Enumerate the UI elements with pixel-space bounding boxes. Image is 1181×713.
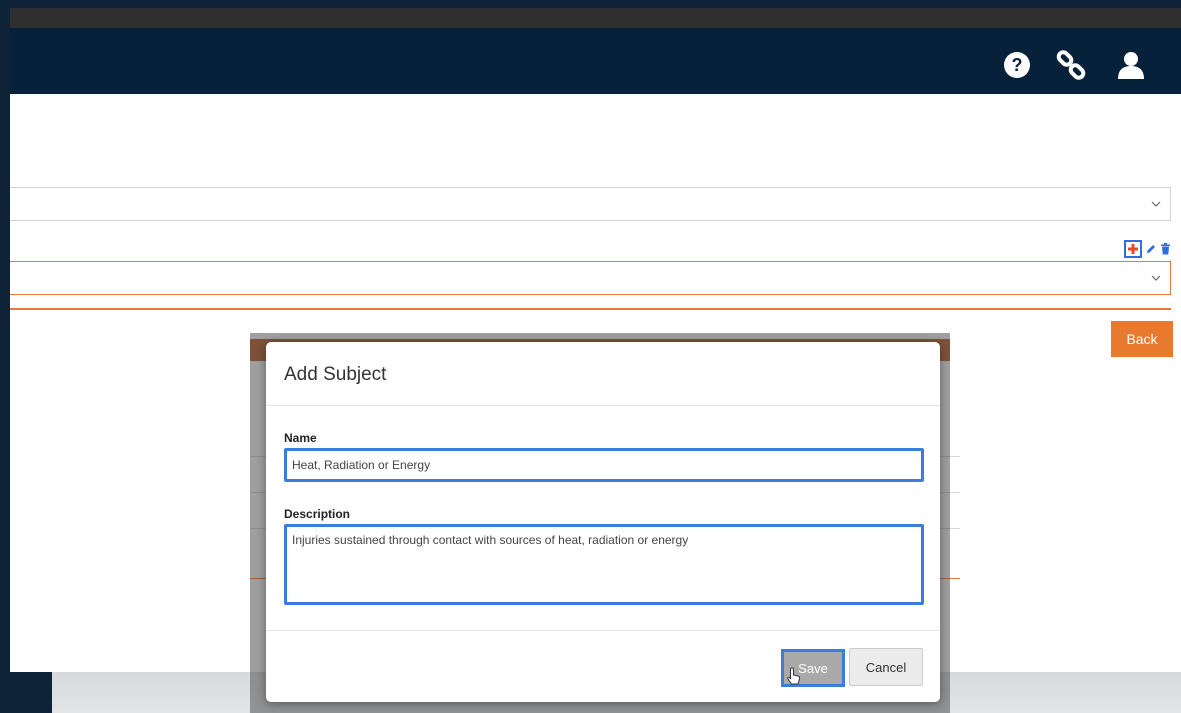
add-subject-dialog: Add Subject Name Description Injuries su…: [266, 342, 940, 702]
name-field[interactable]: [284, 448, 924, 482]
svg-text:?: ?: [1012, 55, 1023, 75]
name-label: Name: [284, 431, 317, 445]
trash-icon[interactable]: [1160, 243, 1171, 255]
description-field[interactable]: Injuries sustained through contact with …: [284, 524, 924, 605]
window-titlebar: [10, 8, 1181, 28]
add-subject-button[interactable]: [1124, 240, 1142, 258]
top-navbar: ?: [10, 28, 1181, 94]
desktop-top-strip: [0, 0, 1181, 8]
user-icon[interactable]: [1114, 48, 1148, 82]
edit-icon[interactable]: [1145, 243, 1157, 255]
subject-select[interactable]: [10, 261, 1171, 295]
chevron-down-icon: [1151, 201, 1161, 207]
plus-icon: [1128, 244, 1138, 254]
cancel-button[interactable]: Cancel: [849, 648, 923, 686]
dialog-title: Add Subject: [284, 364, 387, 385]
help-icon[interactable]: ?: [1000, 48, 1034, 82]
back-button[interactable]: Back: [1111, 321, 1173, 357]
dialog-footer-divider: [266, 630, 940, 631]
description-label: Description: [284, 507, 351, 521]
chevron-down-icon: [1151, 275, 1161, 281]
dialog-header-divider: [266, 405, 940, 406]
hand-cursor-icon: [787, 667, 801, 685]
link-icon[interactable]: [1054, 48, 1088, 82]
section-divider: [10, 308, 1171, 310]
category-select[interactable]: [10, 187, 1171, 221]
